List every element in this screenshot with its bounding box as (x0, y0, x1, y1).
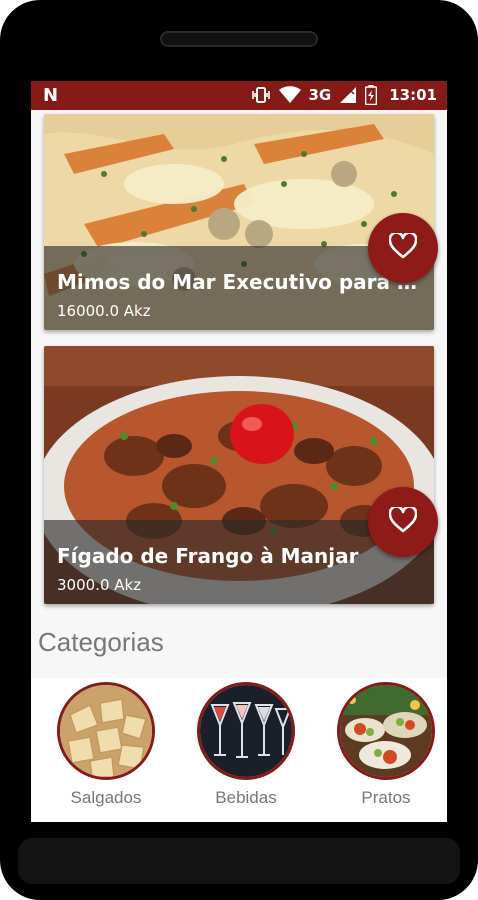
wifi-icon (278, 86, 301, 104)
category-label: Salgados (70, 788, 142, 807)
phone-speaker (160, 31, 318, 47)
status-indicators: 3G 13:01 (251, 85, 437, 105)
dish-title: Fígado de Frango à Manjar (57, 544, 359, 568)
dish-card[interactable]: Mimos do Mar Executivo para d... 16000.0… (44, 114, 434, 330)
category-image (57, 682, 155, 780)
category-image (337, 682, 435, 780)
status-bar: N 3G 13:01 (31, 81, 447, 110)
dish-card[interactable]: Fígado de Frango à Manjar 3000.0 Akz (44, 346, 434, 604)
heart-outline-icon (388, 505, 418, 537)
dish-price: 3000.0 Akz (57, 576, 142, 594)
category-label: Bebidas (215, 788, 277, 807)
category-image (197, 682, 295, 780)
network-type: 3G (308, 86, 332, 104)
notification-n-icon: N (43, 85, 59, 106)
vibrate-icon (251, 86, 271, 104)
status-time: 13:01 (389, 86, 437, 104)
category-label: Pratos (361, 788, 411, 807)
category-salgados[interactable]: Salgados (51, 682, 161, 808)
phone-frame: N 3G 13:01 Mimos do Mar Executivo para d… (0, 0, 478, 900)
heart-outline-icon (388, 231, 418, 263)
dish-price: 16000.0 Akz (57, 302, 151, 320)
phone-bottom-bezel (18, 838, 460, 884)
dish-title: Mimos do Mar Executivo para d... (57, 270, 417, 294)
app-screen: N 3G 13:01 Mimos do Mar Executivo para d… (31, 81, 447, 822)
category-pratos[interactable]: Pratos (331, 682, 441, 808)
category-bebidas[interactable]: Bebidas (191, 682, 301, 808)
favorite-button[interactable] (368, 213, 438, 283)
signal-icon (339, 86, 357, 104)
categories-list: Salgados Bebidas Pratos (31, 678, 447, 822)
categories-heading: Categorias (38, 627, 164, 657)
favorite-button[interactable] (368, 487, 438, 557)
battery-charging-icon (365, 85, 378, 105)
